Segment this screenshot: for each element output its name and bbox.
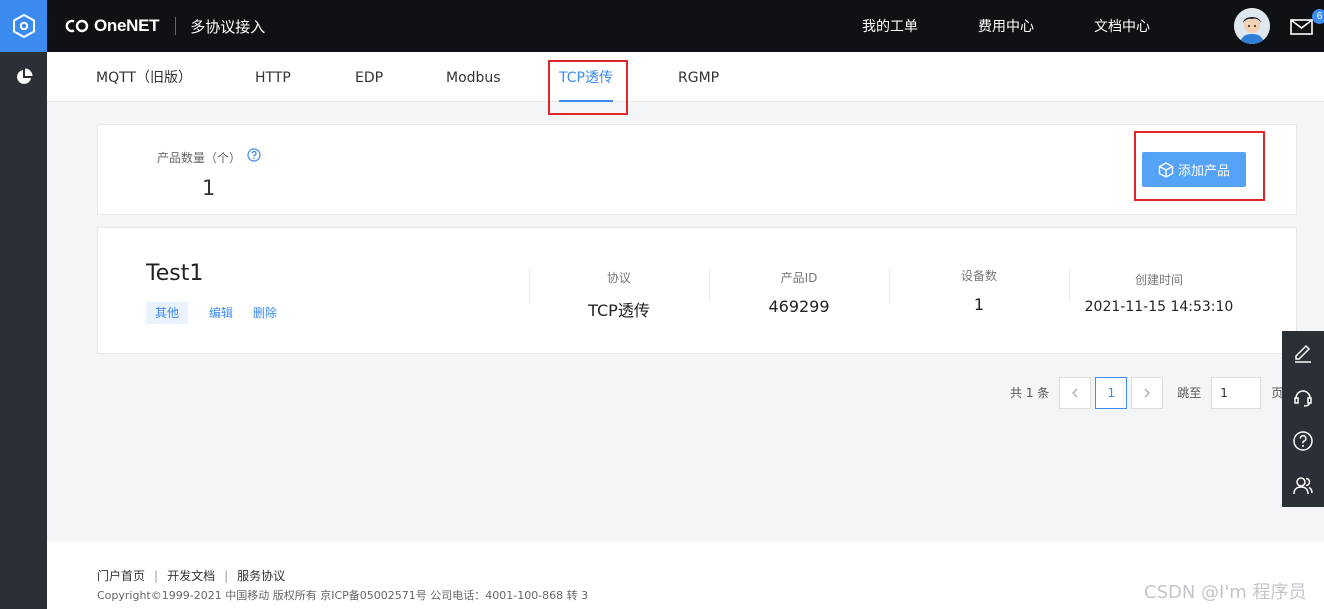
- tab-rgmp[interactable]: RGMP: [678, 52, 719, 102]
- total-count: 共 1 条: [1010, 386, 1050, 400]
- jump-page-input[interactable]: 1: [1211, 376, 1262, 409]
- created-time-label: 创建时间: [1134, 273, 1183, 287]
- community-button[interactable]: [1282, 463, 1324, 507]
- mail-icon: [1290, 19, 1313, 35]
- footer-links: 门户首页 | 开发文档 | 服务协议: [97, 567, 285, 584]
- pie-chart-icon: [16, 68, 32, 84]
- onenet-logo-icon: [65, 19, 89, 33]
- logo-text: OneNET: [94, 16, 160, 35]
- prev-page-button[interactable]: [1059, 376, 1092, 409]
- mail-badge: 6: [1312, 9, 1324, 24]
- tab-tcp-transparent[interactable]: TCP透传: [559, 52, 613, 102]
- question-circle-icon[interactable]: [247, 148, 261, 162]
- header-nav: 我的工单 费用中心 文档中心 6: [862, 0, 1324, 52]
- product-card: Test1 其他 编辑 删除 协议 TCP透传 产品ID 469299 设备数 …: [97, 227, 1297, 354]
- feedback-button[interactable]: [1282, 331, 1324, 375]
- header-divider: [175, 17, 177, 35]
- product-category-tag: 其他: [146, 302, 189, 324]
- onenet-logo[interactable]: OneNET: [65, 16, 160, 36]
- left-rail: [0, 0, 47, 609]
- page-button-current[interactable]: 1: [1095, 376, 1128, 409]
- messages-button[interactable]: 6: [1290, 0, 1324, 52]
- nav-my-tickets[interactable]: 我的工单: [862, 16, 918, 36]
- user-avatar-icon: [1234, 8, 1270, 44]
- footer-link-service-agreement[interactable]: 服务协议: [237, 567, 285, 584]
- add-product-button[interactable]: 添加产品: [1142, 152, 1246, 187]
- help-button[interactable]: [1282, 419, 1324, 463]
- question-icon: [1293, 431, 1313, 451]
- product-id-value: 469299: [768, 297, 830, 316]
- support-button[interactable]: [1282, 375, 1324, 419]
- copyright-text: Copyright©1999-2021 中国移动 版权所有 京ICP备05002…: [97, 589, 589, 602]
- jump-to-label: 跳至: [1177, 386, 1202, 400]
- footer-link-dev-docs[interactable]: 开发文档: [167, 567, 215, 584]
- edit-link[interactable]: 编辑: [209, 304, 233, 321]
- page-title: 多协议接入: [190, 17, 266, 36]
- nav-billing-center[interactable]: 费用中心: [978, 16, 1034, 36]
- device-count-column: 设备数 1: [889, 266, 1069, 314]
- tab-modbus[interactable]: Modbus: [446, 52, 501, 102]
- pagination: 共 1 条 1 跳至 1 页: [1010, 376, 1283, 409]
- product-id-label: 产品ID: [780, 271, 818, 285]
- cube-icon: [1158, 161, 1174, 178]
- nav-docs-center[interactable]: 文档中心: [1094, 16, 1150, 36]
- pencil-icon: [1295, 344, 1311, 363]
- device-count-label: 设备数: [960, 269, 997, 283]
- floating-toolbar: [1282, 331, 1324, 507]
- csdn-watermark: CSDN @I'm 程序员: [1144, 582, 1307, 603]
- delete-link[interactable]: 删除: [253, 304, 277, 321]
- footer-divider: |: [154, 568, 159, 583]
- protocol-label: 协议: [606, 271, 631, 285]
- created-time-column: 创建时间 2021-11-15 14:53:10: [1069, 270, 1249, 315]
- device-count-value: 1: [973, 295, 985, 314]
- protocol-value: TCP透传: [588, 301, 650, 320]
- chevron-right-icon: [1144, 388, 1151, 397]
- top-header: OneNET 多协议接入 我的工单 费用中心 文档中心 6: [47, 0, 1324, 52]
- headset-icon: [1294, 390, 1312, 407]
- next-page-button[interactable]: [1131, 376, 1164, 409]
- product-name[interactable]: Test1: [146, 261, 203, 286]
- summary-card: 产品数量（个） 1 添加产品: [97, 124, 1297, 215]
- product-count-label: 产品数量（个）: [157, 151, 242, 165]
- rail-item-overview[interactable]: [0, 52, 47, 102]
- footer-link-portal[interactable]: 门户首页: [97, 567, 145, 584]
- product-count-value: 1: [202, 176, 216, 200]
- footer: 门户首页 | 开发文档 | 服务协议 Copyright©1999-2021 中…: [47, 542, 1324, 609]
- users-icon: [1293, 477, 1313, 495]
- rail-home[interactable]: [0, 0, 47, 52]
- product-id-column: 产品ID 469299: [709, 268, 889, 316]
- tab-http[interactable]: HTTP: [255, 52, 291, 102]
- hexagon-logo-icon: [12, 13, 35, 39]
- tab-mqtt-legacy[interactable]: MQTT（旧版）: [96, 52, 192, 102]
- chevron-left-icon: [1072, 388, 1078, 397]
- protocol-tabs: MQTT（旧版） HTTP EDP Modbus TCP透传 RGMP: [47, 52, 1324, 102]
- footer-divider: |: [224, 568, 229, 583]
- tab-edp[interactable]: EDP: [355, 52, 383, 102]
- protocol-column: 协议 TCP透传: [529, 268, 709, 321]
- avatar[interactable]: [1234, 8, 1270, 44]
- add-product-label: 添加产品: [1177, 164, 1230, 179]
- created-time-value: 2021-11-15 14:53:10: [1084, 299, 1234, 315]
